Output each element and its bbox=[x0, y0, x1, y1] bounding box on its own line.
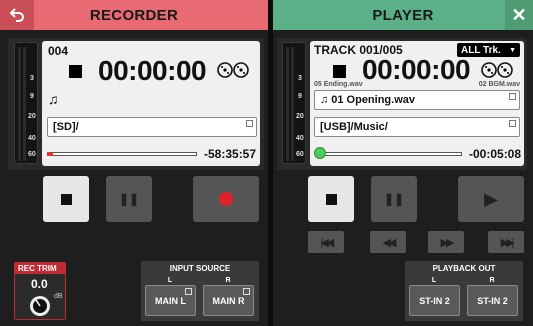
back-arrow-icon bbox=[9, 8, 24, 22]
player-time: 00:00:00 bbox=[362, 54, 471, 85]
record-icon bbox=[219, 192, 233, 206]
pause-icon: ❚❚ bbox=[118, 192, 140, 206]
player-stop-button[interactable] bbox=[308, 176, 354, 222]
section-divider bbox=[268, 0, 273, 326]
recorder-remaining-time: -58:35:57 bbox=[204, 147, 257, 161]
meter-bar-left bbox=[286, 47, 289, 161]
close-button[interactable]: ✕ bbox=[505, 0, 533, 30]
trim-knob-icon[interactable] bbox=[29, 295, 51, 317]
player-header: PLAYER bbox=[273, 0, 533, 30]
recorder-path-field[interactable]: [SD]/ bbox=[47, 117, 257, 137]
skip-next-icon: ▶▶| bbox=[500, 236, 515, 249]
meter-scale-40: 40 bbox=[296, 135, 304, 142]
output-left-label: ST-IN 2 bbox=[419, 295, 450, 306]
external-link-icon bbox=[509, 93, 516, 100]
play-button[interactable]: ▶ bbox=[458, 176, 524, 222]
output-right-label: ST-IN 2 bbox=[477, 295, 508, 306]
meter-bar-right bbox=[23, 47, 26, 161]
output-left-channel-label: L bbox=[431, 277, 437, 284]
input-main-r-button[interactable]: MAIN R bbox=[203, 285, 254, 316]
player-position-bar[interactable] bbox=[318, 152, 462, 156]
player-remaining-time: -00:05:08 bbox=[469, 147, 522, 161]
file-number: 004 bbox=[48, 44, 69, 58]
pause-icon: ❚❚ bbox=[383, 192, 405, 206]
input-right-channel-label: R bbox=[225, 277, 231, 284]
recorder-pause-button[interactable]: ❚❚ bbox=[106, 176, 152, 222]
meter-scale-60: 60 bbox=[296, 151, 304, 158]
input-main-l-button[interactable]: MAIN L bbox=[145, 285, 196, 316]
fast-forward-icon: ▶▶ bbox=[440, 236, 455, 249]
media-reels-icon bbox=[217, 62, 249, 78]
rec-trim-box[interactable]: REC TRIM 0.0 dB bbox=[14, 262, 66, 320]
player-file-field[interactable]: ♫ 01 Opening.wav bbox=[314, 90, 520, 110]
meter-scale-20: 20 bbox=[28, 113, 36, 120]
stop-icon bbox=[325, 193, 337, 205]
output-right-channel-label: R bbox=[489, 277, 495, 284]
rec-trim-value: 0.0 bbox=[31, 277, 48, 291]
recorder-stop-button[interactable] bbox=[43, 176, 89, 222]
fast-forward-button[interactable]: ▶▶ bbox=[428, 231, 464, 253]
player-path: [USB]/Music/ bbox=[320, 121, 388, 133]
recorder-level-meter: 3 9 20 40 60 bbox=[14, 42, 38, 164]
meter-scale-9: 9 bbox=[298, 93, 302, 100]
meter-bar-right bbox=[291, 47, 294, 161]
external-link-icon bbox=[243, 288, 250, 295]
rec-trim-label: REC TRIM bbox=[15, 263, 65, 274]
rewind-button[interactable]: ◀◀ bbox=[370, 231, 406, 253]
close-icon: ✕ bbox=[511, 4, 527, 25]
recorder-position-bar[interactable] bbox=[47, 152, 197, 156]
recorder-display: 004 00:00:00 ♫ [SD]/ -58:35:57 bbox=[42, 41, 260, 166]
playback-out-label: PLAYBACK OUT bbox=[432, 264, 496, 273]
output-left-button[interactable]: ST-IN 2 bbox=[409, 285, 460, 316]
player-title: PLAYER bbox=[372, 6, 434, 24]
player-position-handle[interactable] bbox=[314, 147, 326, 159]
player-level-meter: 3 9 20 40 60 bbox=[282, 42, 306, 164]
meter-scale-60: 60 bbox=[28, 151, 36, 158]
skip-previous-icon: |◀◀ bbox=[320, 236, 335, 249]
external-link-icon bbox=[185, 288, 192, 295]
stop-status-icon bbox=[333, 65, 346, 78]
previous-file-name: 05 Ending.wav bbox=[314, 81, 363, 88]
input-main-l-label: MAIN L bbox=[155, 295, 186, 306]
playback-out-box: PLAYBACK OUT L R ST-IN 2 ST-IN 2 bbox=[405, 261, 523, 321]
output-right-button[interactable]: ST-IN 2 bbox=[467, 285, 518, 316]
external-link-icon bbox=[246, 120, 253, 127]
input-source-box: INPUT SOURCE L R MAIN L MAIN R bbox=[141, 261, 259, 321]
input-left-channel-label: L bbox=[167, 277, 173, 284]
recorder-path: [SD]/ bbox=[53, 121, 79, 133]
meter-scale-3: 3 bbox=[298, 75, 302, 82]
play-icon: ▶ bbox=[484, 188, 498, 209]
next-file-name: 02 BGM.wav bbox=[478, 81, 520, 88]
recorder-time: 00:00:00 bbox=[98, 55, 207, 86]
stop-icon bbox=[60, 193, 72, 205]
dropdown-arrow-icon: ▼ bbox=[509, 46, 516, 54]
meter-scale-40: 40 bbox=[28, 135, 36, 142]
current-file-name: 01 Opening.wav bbox=[331, 94, 415, 106]
media-reels-icon bbox=[481, 62, 513, 78]
stop-status-icon bbox=[69, 65, 82, 78]
skip-next-button[interactable]: ▶▶| bbox=[488, 231, 524, 253]
meter-scale-9: 9 bbox=[30, 93, 34, 100]
meter-bar-left bbox=[18, 47, 21, 161]
music-note-icon: ♫ bbox=[48, 91, 59, 107]
music-note-icon: ♫ bbox=[320, 94, 329, 106]
skip-previous-button[interactable]: |◀◀ bbox=[308, 231, 344, 253]
player-pause-button[interactable]: ❚❚ bbox=[371, 176, 417, 222]
recorder-title: RECORDER bbox=[89, 6, 179, 24]
back-button[interactable] bbox=[0, 0, 34, 30]
record-button[interactable] bbox=[193, 176, 259, 222]
input-main-r-label: MAIN R bbox=[212, 295, 245, 306]
rewind-icon: ◀◀ bbox=[382, 236, 397, 249]
player-display: TRACK 001/005 ALL Trk. ▼ 00:00:00 05 Endi… bbox=[310, 41, 524, 166]
player-path-field[interactable]: [USB]/Music/ bbox=[314, 117, 520, 137]
rec-trim-unit: dB bbox=[54, 293, 63, 300]
recorder-header: RECORDER bbox=[0, 0, 268, 30]
meter-scale-3: 3 bbox=[30, 75, 34, 82]
input-source-label: INPUT SOURCE bbox=[169, 264, 231, 273]
meter-scale-20: 20 bbox=[296, 113, 304, 120]
external-link-icon bbox=[509, 120, 516, 127]
recorder-position-marker bbox=[47, 152, 53, 156]
